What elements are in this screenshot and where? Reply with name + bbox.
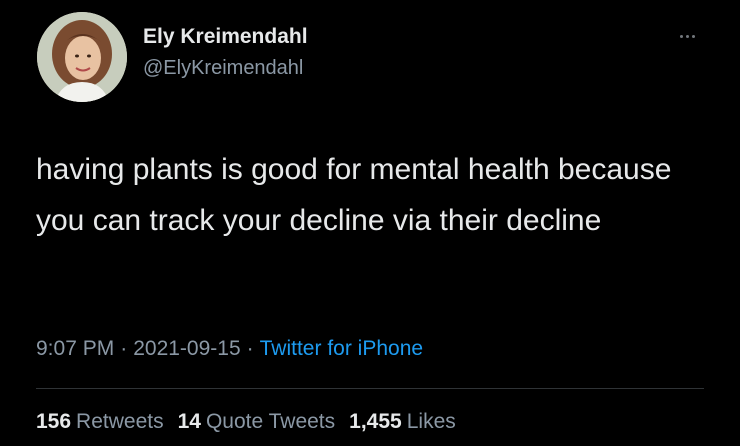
tweet-card: Ely Kreimendahl @ElyKreimendahl having p…: [0, 0, 740, 446]
display-name[interactable]: Ely Kreimendahl: [143, 25, 308, 49]
retweets-label: Retweets: [76, 410, 164, 433]
meta-separator: ·: [246, 337, 254, 360]
tweet-time[interactable]: 9:07 PM: [36, 337, 114, 360]
tweet-date[interactable]: 2021-09-15: [133, 337, 240, 360]
tweet-stats: 156 Retweets 14 Quote Tweets 1,455 Likes: [36, 410, 470, 434]
quote-tweets-stat[interactable]: 14 Quote Tweets: [178, 410, 336, 434]
user-handle[interactable]: @ElyKreimendahl: [143, 57, 303, 80]
divider: [36, 388, 704, 389]
likes-label: Likes: [406, 410, 456, 433]
more-dot: [685, 34, 689, 38]
likes-count: 1,455: [349, 410, 402, 433]
retweets-stat[interactable]: 156 Retweets: [36, 410, 164, 434]
tweet-text: having plants is good for mental health …: [36, 153, 672, 237]
quote-tweets-count: 14: [177, 410, 201, 433]
tweet-meta: 9:07 PM · 2021-09-15 · Twitter for iPhone: [36, 337, 423, 361]
retweets-count: 156: [36, 410, 72, 433]
tweet-source-link[interactable]: Twitter for iPhone: [260, 337, 423, 360]
meta-separator: ·: [120, 337, 128, 360]
more-dot: [679, 34, 683, 38]
likes-stat[interactable]: 1,455 Likes: [349, 410, 456, 434]
avatar-photo-icon: [37, 12, 127, 102]
avatar[interactable]: [37, 12, 127, 102]
quote-tweets-label: Quote Tweets: [205, 410, 336, 433]
more-dot: [691, 34, 695, 38]
more-horizontal-icon[interactable]: [672, 26, 702, 46]
